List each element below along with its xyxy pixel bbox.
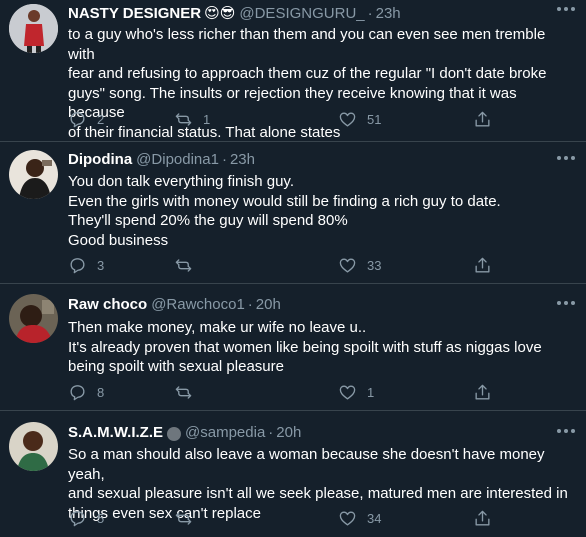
share-icon <box>475 111 490 127</box>
reply-button[interactable]: 8 <box>68 383 104 402</box>
timestamp[interactable]: 23h <box>376 5 401 22</box>
tweet-header: Dipodina @Dipodina1 · 23h <box>68 148 255 170</box>
avatar[interactable] <box>9 294 58 343</box>
more-icon[interactable] <box>557 424 575 438</box>
reply-icon <box>70 112 85 128</box>
separator-dot: · <box>268 423 274 441</box>
retweet-icon <box>175 113 192 126</box>
retweet-icon <box>175 386 192 399</box>
tweet-line: Good business <box>68 231 169 249</box>
name-emoji: 😍😎 <box>204 5 236 22</box>
share-icon <box>475 510 490 526</box>
retweet-icon <box>175 259 192 272</box>
tweet-line: They'll spend 20% the guy will spend 80% <box>68 212 348 229</box>
tweet-line: It's already proven that women like bein… <box>68 338 542 356</box>
reply-button[interactable]: 2 <box>68 110 104 129</box>
tweet-header: Raw choco @Rawchoco1 · 20h <box>68 293 281 315</box>
share-button[interactable] <box>473 256 492 275</box>
username[interactable]: @Rawchoco1 <box>151 296 245 313</box>
share-icon <box>475 257 490 273</box>
like-button[interactable]: 1 <box>338 383 374 402</box>
retweet-button[interactable]: 1 <box>174 110 210 129</box>
tweet-actions: 5 34 <box>68 509 498 531</box>
like-icon <box>339 112 356 127</box>
tweet-line: Then make money, make ur wife no leave u… <box>68 319 367 336</box>
reply-icon <box>70 385 85 401</box>
like-count: 34 <box>367 511 382 526</box>
like-count: 33 <box>367 258 382 273</box>
tweet-line: being spoilt with sexual pleasure <box>68 358 284 375</box>
tweet[interactable]: S.A.M.W.I.Z.E @sampedia · 20h So a man s… <box>0 411 586 537</box>
like-icon <box>339 258 356 273</box>
tweet-line: You don talk everything finish guy. <box>68 173 294 190</box>
retweet-icon <box>175 512 192 525</box>
share-button[interactable] <box>473 509 492 528</box>
more-icon[interactable] <box>557 2 575 16</box>
like-button[interactable]: 33 <box>338 256 381 275</box>
timestamp[interactable]: 23h <box>230 151 255 168</box>
tweet-line: to a guy who's less richer than them and… <box>68 26 546 63</box>
tweet-header: S.A.M.W.I.Z.E @sampedia · 20h <box>68 421 301 443</box>
tweet-actions: 8 1 <box>68 383 498 405</box>
tweet-text: Then make money, make ur wife no leave u… <box>68 318 576 377</box>
avatar[interactable] <box>9 4 58 53</box>
timestamp[interactable]: 20h <box>256 296 281 313</box>
reply-icon <box>70 258 85 274</box>
separator-dot: · <box>367 4 373 22</box>
retweet-count: 1 <box>203 112 211 127</box>
reply-icon <box>70 511 85 527</box>
tweet[interactable]: Raw choco @Rawchoco1 · 20h Then make mon… <box>0 284 586 411</box>
avatar[interactable] <box>9 422 58 471</box>
tweet[interactable]: Dipodina @Dipodina1 · 23h You don talk e… <box>0 142 586 284</box>
separator-dot: · <box>247 295 253 313</box>
tweet-line: and sexual pleasure isn't all we seek pl… <box>68 485 568 502</box>
reply-count: 2 <box>97 112 105 127</box>
reply-count: 8 <box>97 385 105 400</box>
tweet-text: You don talk everything finish guy. Even… <box>68 172 576 250</box>
like-icon <box>339 511 356 526</box>
badge-icon <box>167 427 182 441</box>
like-count: 51 <box>367 112 382 127</box>
like-button[interactable]: 34 <box>338 509 381 528</box>
reply-button[interactable]: 3 <box>68 256 104 275</box>
tweet-line: Even the girls with money would still be… <box>68 192 501 210</box>
like-count: 1 <box>367 385 375 400</box>
more-icon[interactable] <box>557 296 575 310</box>
avatar[interactable] <box>9 150 58 199</box>
more-icon[interactable] <box>557 151 575 165</box>
tweet-line: fear and refusing to approach them cuz o… <box>68 65 547 82</box>
share-button[interactable] <box>473 383 492 402</box>
username[interactable]: @DESIGNGURU_ <box>239 5 364 22</box>
like-button[interactable]: 51 <box>338 110 381 129</box>
tweet[interactable]: NASTY DESIGNER 😍😎 @DESIGNGURU_ · 23h to … <box>0 0 586 142</box>
reply-button[interactable]: 5 <box>68 509 104 528</box>
tweet-header: NASTY DESIGNER 😍😎 @DESIGNGURU_ · 23h <box>68 2 401 24</box>
display-name[interactable]: NASTY DESIGNER <box>68 5 201 22</box>
share-icon <box>475 384 490 400</box>
retweet-button[interactable] <box>174 256 203 275</box>
tweet-actions: 2 1 51 <box>68 110 498 132</box>
display-name[interactable]: Dipodina <box>68 151 132 168</box>
reply-count: 5 <box>97 511 105 526</box>
retweet-button[interactable] <box>174 509 203 528</box>
retweet-button[interactable] <box>174 383 203 402</box>
tweet-actions: 3 33 <box>68 256 498 278</box>
display-name[interactable]: Raw choco <box>68 296 147 313</box>
username[interactable]: @Dipodina1 <box>136 151 219 168</box>
display-name[interactable]: S.A.M.W.I.Z.E <box>68 424 163 441</box>
username[interactable]: @sampedia <box>185 424 265 441</box>
share-button[interactable] <box>473 110 492 129</box>
reply-count: 3 <box>97 258 105 273</box>
timestamp[interactable]: 20h <box>276 424 301 441</box>
like-icon <box>339 385 356 400</box>
tweet-line: So a man should also leave a woman becau… <box>68 446 545 483</box>
separator-dot: · <box>221 150 227 168</box>
